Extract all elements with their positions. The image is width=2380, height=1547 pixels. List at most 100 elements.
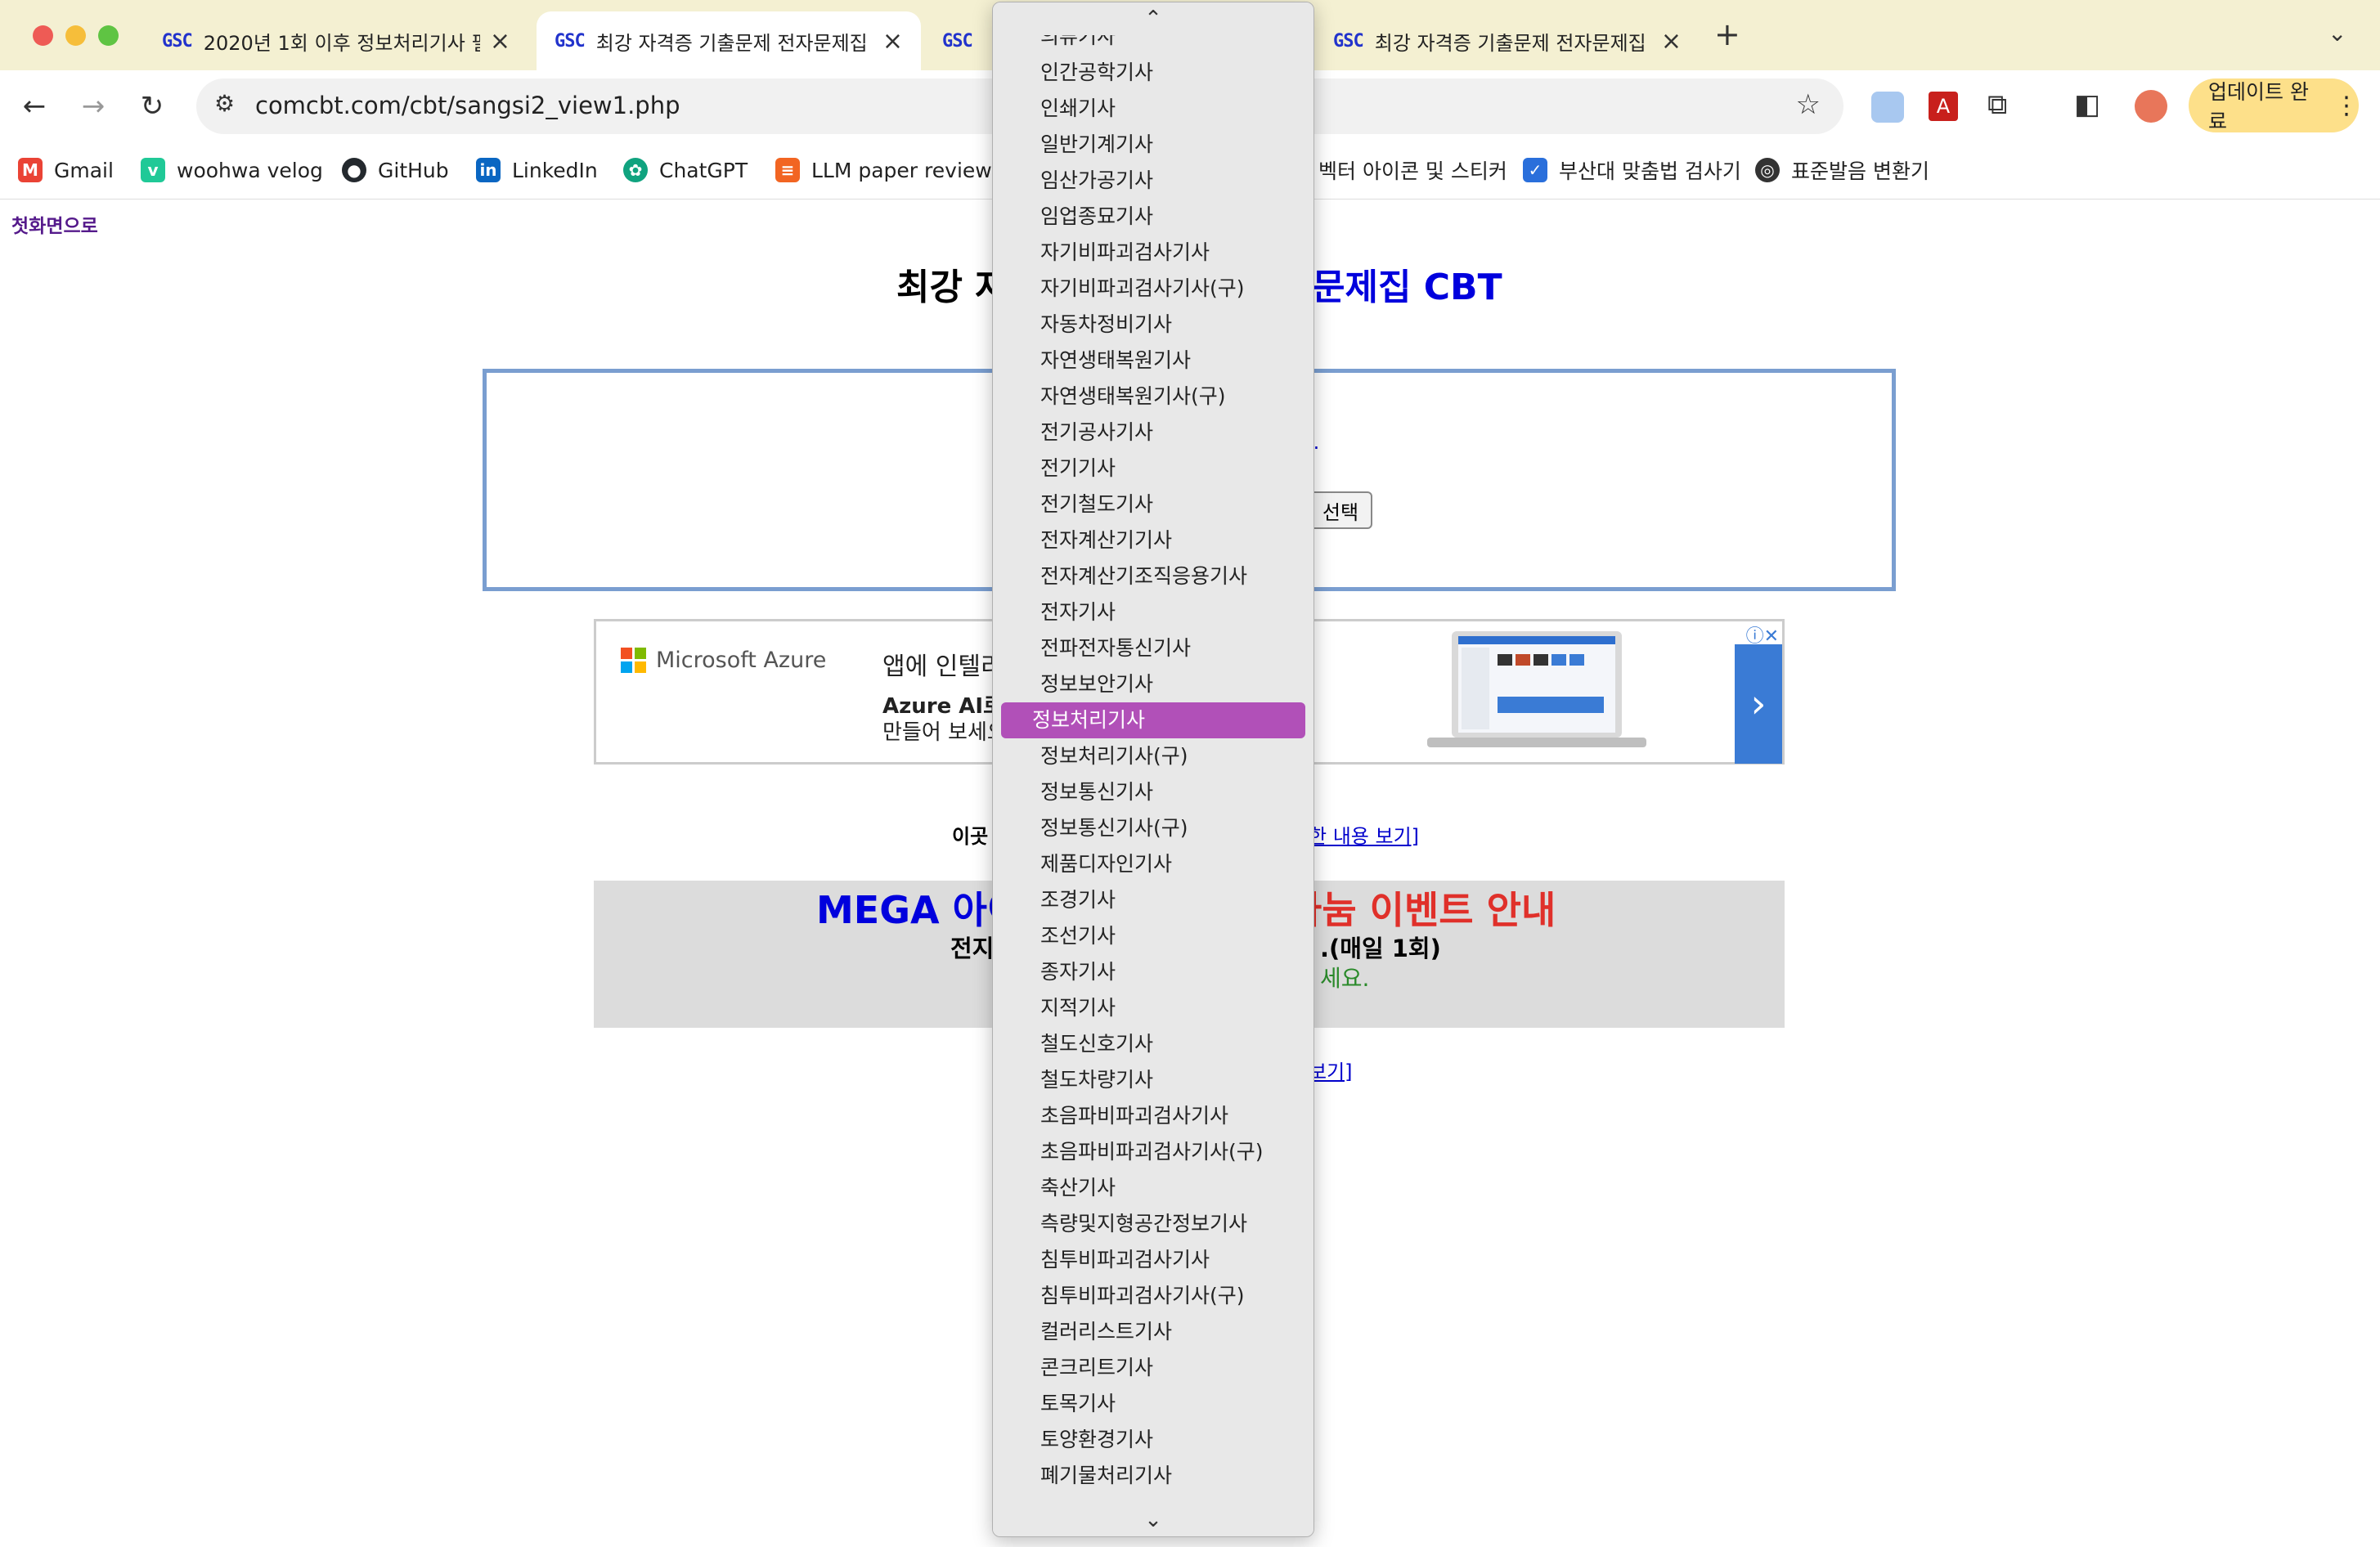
microsoft-azure-logo: Microsoft Azure bbox=[621, 648, 826, 673]
bookmark-vector-icons[interactable]: 벡터 아이콘 및 스티커 bbox=[1318, 154, 1507, 186]
dropdown-option[interactable]: 자기비파괴검사기사(구) bbox=[1001, 271, 1305, 307]
extension-translate-icon[interactable] bbox=[1871, 92, 1904, 123]
close-tab-icon[interactable]: × bbox=[1661, 27, 1682, 56]
bookmark-label: 부산대 맞춤법 검사기 bbox=[1559, 159, 1741, 183]
bookmark-label: 벡터 아이콘 및 스티커 bbox=[1318, 159, 1507, 183]
ad-brand: Microsoft Azure bbox=[656, 648, 827, 673]
reload-icon[interactable]: ↻ bbox=[132, 87, 172, 126]
dropdown-option[interactable]: 자기비파괴검사기사 bbox=[1001, 235, 1305, 271]
bookmark-velog[interactable]: v woohwa velog bbox=[141, 154, 323, 186]
maximize-window-button[interactable] bbox=[98, 25, 119, 46]
bookmark-pronunciation[interactable]: ◎ 표준발음 변환기 bbox=[1755, 154, 1929, 186]
exam-select-dropdown[interactable]: 의류기사 인간공학기사 인쇄기사 일반기계기사 임산가공기사 임업종묘기사 자기비파괴검사기… bbox=[992, 2, 1314, 1537]
site-info-icon[interactable]: ⚙ bbox=[214, 90, 235, 117]
bookmark-gmail[interactable]: M Gmail bbox=[18, 154, 114, 186]
event-line3[interactable]: 세요. bbox=[1320, 961, 1369, 993]
side-panel-icon[interactable]: ◧ bbox=[2074, 88, 2100, 121]
dropdown-option[interactable]: 일반기계기사 bbox=[1001, 127, 1305, 163]
tab-search-icon[interactable]: ⌄ bbox=[2328, 20, 2346, 47]
close-tab-icon[interactable]: × bbox=[490, 27, 510, 56]
new-tab-button[interactable]: + bbox=[1714, 16, 1740, 52]
dropdown-option[interactable]: 종자기사 bbox=[1001, 954, 1305, 990]
dropdown-option[interactable]: 자연생태복원기사(구) bbox=[1001, 379, 1305, 415]
dropdown-option[interactable]: 지적기사 bbox=[1001, 990, 1305, 1026]
globe-icon: ◎ bbox=[1755, 158, 1780, 182]
dropdown-option[interactable]: 자동차정비기사 bbox=[1001, 307, 1305, 343]
scroll-down-icon[interactable]: ⌄ bbox=[993, 1504, 1313, 1536]
minimize-window-button[interactable] bbox=[65, 25, 86, 46]
bookmark-chatgpt[interactable]: ✿ ChatGPT bbox=[623, 154, 748, 186]
dropdown-option[interactable]: 초음파비파괴검사기사 bbox=[1001, 1098, 1305, 1134]
dropdown-list: 의류기사 인간공학기사 인쇄기사 일반기계기사 임산가공기사 임업종묘기사 자기비파괴검사기… bbox=[993, 19, 1313, 1494]
dropdown-option[interactable]: 토목기사 bbox=[1001, 1386, 1305, 1422]
dropdown-option[interactable]: 전기공사기사 bbox=[1001, 415, 1305, 451]
dropdown-option[interactable]: 전자기사 bbox=[1001, 594, 1305, 630]
dropdown-option[interactable]: 전기철도기사 bbox=[1001, 487, 1305, 522]
dropdown-option[interactable]: 전자계산기조직응용기사 bbox=[1001, 558, 1305, 594]
dropdown-option[interactable]: 인쇄기사 bbox=[1001, 91, 1305, 127]
bookmark-linkedin[interactable]: in LinkedIn bbox=[476, 154, 598, 186]
dropdown-option[interactable]: 자연생태복원기사 bbox=[1001, 343, 1305, 379]
select-button[interactable]: 선택 bbox=[1309, 491, 1372, 529]
bookmark-label: 표준발음 변환기 bbox=[1791, 159, 1929, 183]
ad-subtext: Azure AI로 만들어 보세요 bbox=[882, 693, 1007, 746]
dropdown-option[interactable]: 인간공학기사 bbox=[1001, 55, 1305, 91]
dropdown-option[interactable]: 컬러리스트기사 bbox=[1001, 1314, 1305, 1350]
update-complete-button[interactable]: 업데이트 완료 ⋮ bbox=[2189, 78, 2359, 133]
bookmark-star-icon[interactable]: ☆ bbox=[1796, 88, 1821, 121]
tab-1[interactable]: GSC 2020년 1회 이후 정보처리기사 필기 × bbox=[144, 11, 528, 70]
close-tab-icon[interactable]: × bbox=[882, 27, 903, 56]
dropdown-option[interactable]: 전자계산기기사 bbox=[1001, 522, 1305, 558]
forward-icon[interactable]: → bbox=[74, 87, 113, 126]
dropdown-option[interactable]: 측량및지형공간정보기사 bbox=[1001, 1206, 1305, 1242]
event-line2-right: .(매일 1회) bbox=[1320, 935, 1441, 962]
dropdown-option[interactable]: 초음파비파괴검사기사(구) bbox=[1001, 1134, 1305, 1170]
dropdown-option[interactable]: 전기기사 bbox=[1001, 451, 1305, 487]
chatgpt-icon: ✿ bbox=[623, 158, 648, 182]
dropdown-option[interactable]: 임산가공기사 bbox=[1001, 163, 1305, 199]
dropdown-option[interactable]: 침투비파괴검사기사 bbox=[1001, 1242, 1305, 1278]
bookmark-label: GitHub bbox=[378, 158, 449, 182]
dropdown-option[interactable]: 조선기사 bbox=[1001, 918, 1305, 954]
bookmark-spellcheck[interactable]: ✓ 부산대 맞춤법 검사기 bbox=[1523, 154, 1741, 186]
event-title-left: MEGA 아이 bbox=[816, 888, 1022, 932]
bookmark-llm-paper[interactable]: ≡ LLM paper review bbox=[775, 154, 992, 186]
profile-avatar[interactable] bbox=[2135, 90, 2167, 123]
dropdown-option[interactable]: 정보보안기사 bbox=[1001, 666, 1305, 702]
dropdown-option[interactable]: 조경기사 bbox=[1001, 882, 1305, 918]
bookmark-label: Gmail bbox=[54, 158, 114, 182]
microsoft-logo-icon bbox=[621, 648, 646, 673]
dropdown-option[interactable]: 제품디자인기사 bbox=[1001, 846, 1305, 882]
ad-arrow-button[interactable]: › bbox=[1735, 644, 1782, 764]
dropdown-option[interactable]: 정보통신기사 bbox=[1001, 774, 1305, 810]
tab-title: 최강 자격증 기출문제 전자문제집 C bbox=[595, 31, 873, 55]
dropdown-option[interactable]: 폐기물처리기사 bbox=[1001, 1458, 1305, 1494]
dropdown-option[interactable]: 축산기사 bbox=[1001, 1170, 1305, 1206]
dropdown-option[interactable]: 철도차량기사 bbox=[1001, 1062, 1305, 1098]
notice-link[interactable]: 한 내용 보기] bbox=[1309, 820, 1419, 849]
url-text[interactable]: comcbt.com/cbt/sangsi2_view1.php bbox=[255, 92, 680, 119]
dropdown-option[interactable]: 전파전자통신기사 bbox=[1001, 630, 1305, 666]
more-link[interactable]: 보기] bbox=[1309, 1056, 1353, 1084]
tab-3[interactable]: GSC 최 bbox=[924, 11, 993, 70]
scroll-up-icon[interactable]: ⌃ bbox=[993, 2, 1313, 35]
tab-4[interactable]: GSC 최강 자격증 기출문제 전자문제집 C × bbox=[1315, 11, 1700, 70]
page-title-right: 문제집 CBT bbox=[1312, 267, 1502, 308]
home-link[interactable]: 첫화면으로 bbox=[11, 210, 98, 238]
back-icon[interactable]: ← bbox=[15, 87, 54, 126]
dropdown-option[interactable]: 정보처리기사(구) bbox=[1001, 738, 1305, 774]
dropdown-option-selected[interactable]: 정보처리기사 bbox=[1001, 702, 1305, 738]
bookmark-github[interactable]: ● GitHub bbox=[342, 154, 449, 186]
close-window-button[interactable] bbox=[33, 25, 53, 46]
dropdown-option[interactable]: 침투비파괴검사기사(구) bbox=[1001, 1278, 1305, 1314]
dropdown-option[interactable]: 임업종묘기사 bbox=[1001, 199, 1305, 235]
dropdown-option[interactable]: 정보통신기사(구) bbox=[1001, 810, 1305, 846]
dropdown-option[interactable]: 철도신호기사 bbox=[1001, 1026, 1305, 1062]
pdf-extension-icon[interactable]: A bbox=[1929, 92, 1958, 121]
dropdown-option[interactable]: 토양환경기사 bbox=[1001, 1422, 1305, 1458]
laptop-image bbox=[1427, 631, 1646, 747]
extensions-puzzle-icon[interactable]: ⧉ bbox=[1987, 88, 2007, 121]
tab-2-active[interactable]: GSC 최강 자격증 기출문제 전자문제집 C × bbox=[537, 11, 921, 70]
dropdown-option[interactable]: 콘크리트기사 bbox=[1001, 1350, 1305, 1386]
gsc-favicon-icon: GSC bbox=[162, 30, 193, 52]
